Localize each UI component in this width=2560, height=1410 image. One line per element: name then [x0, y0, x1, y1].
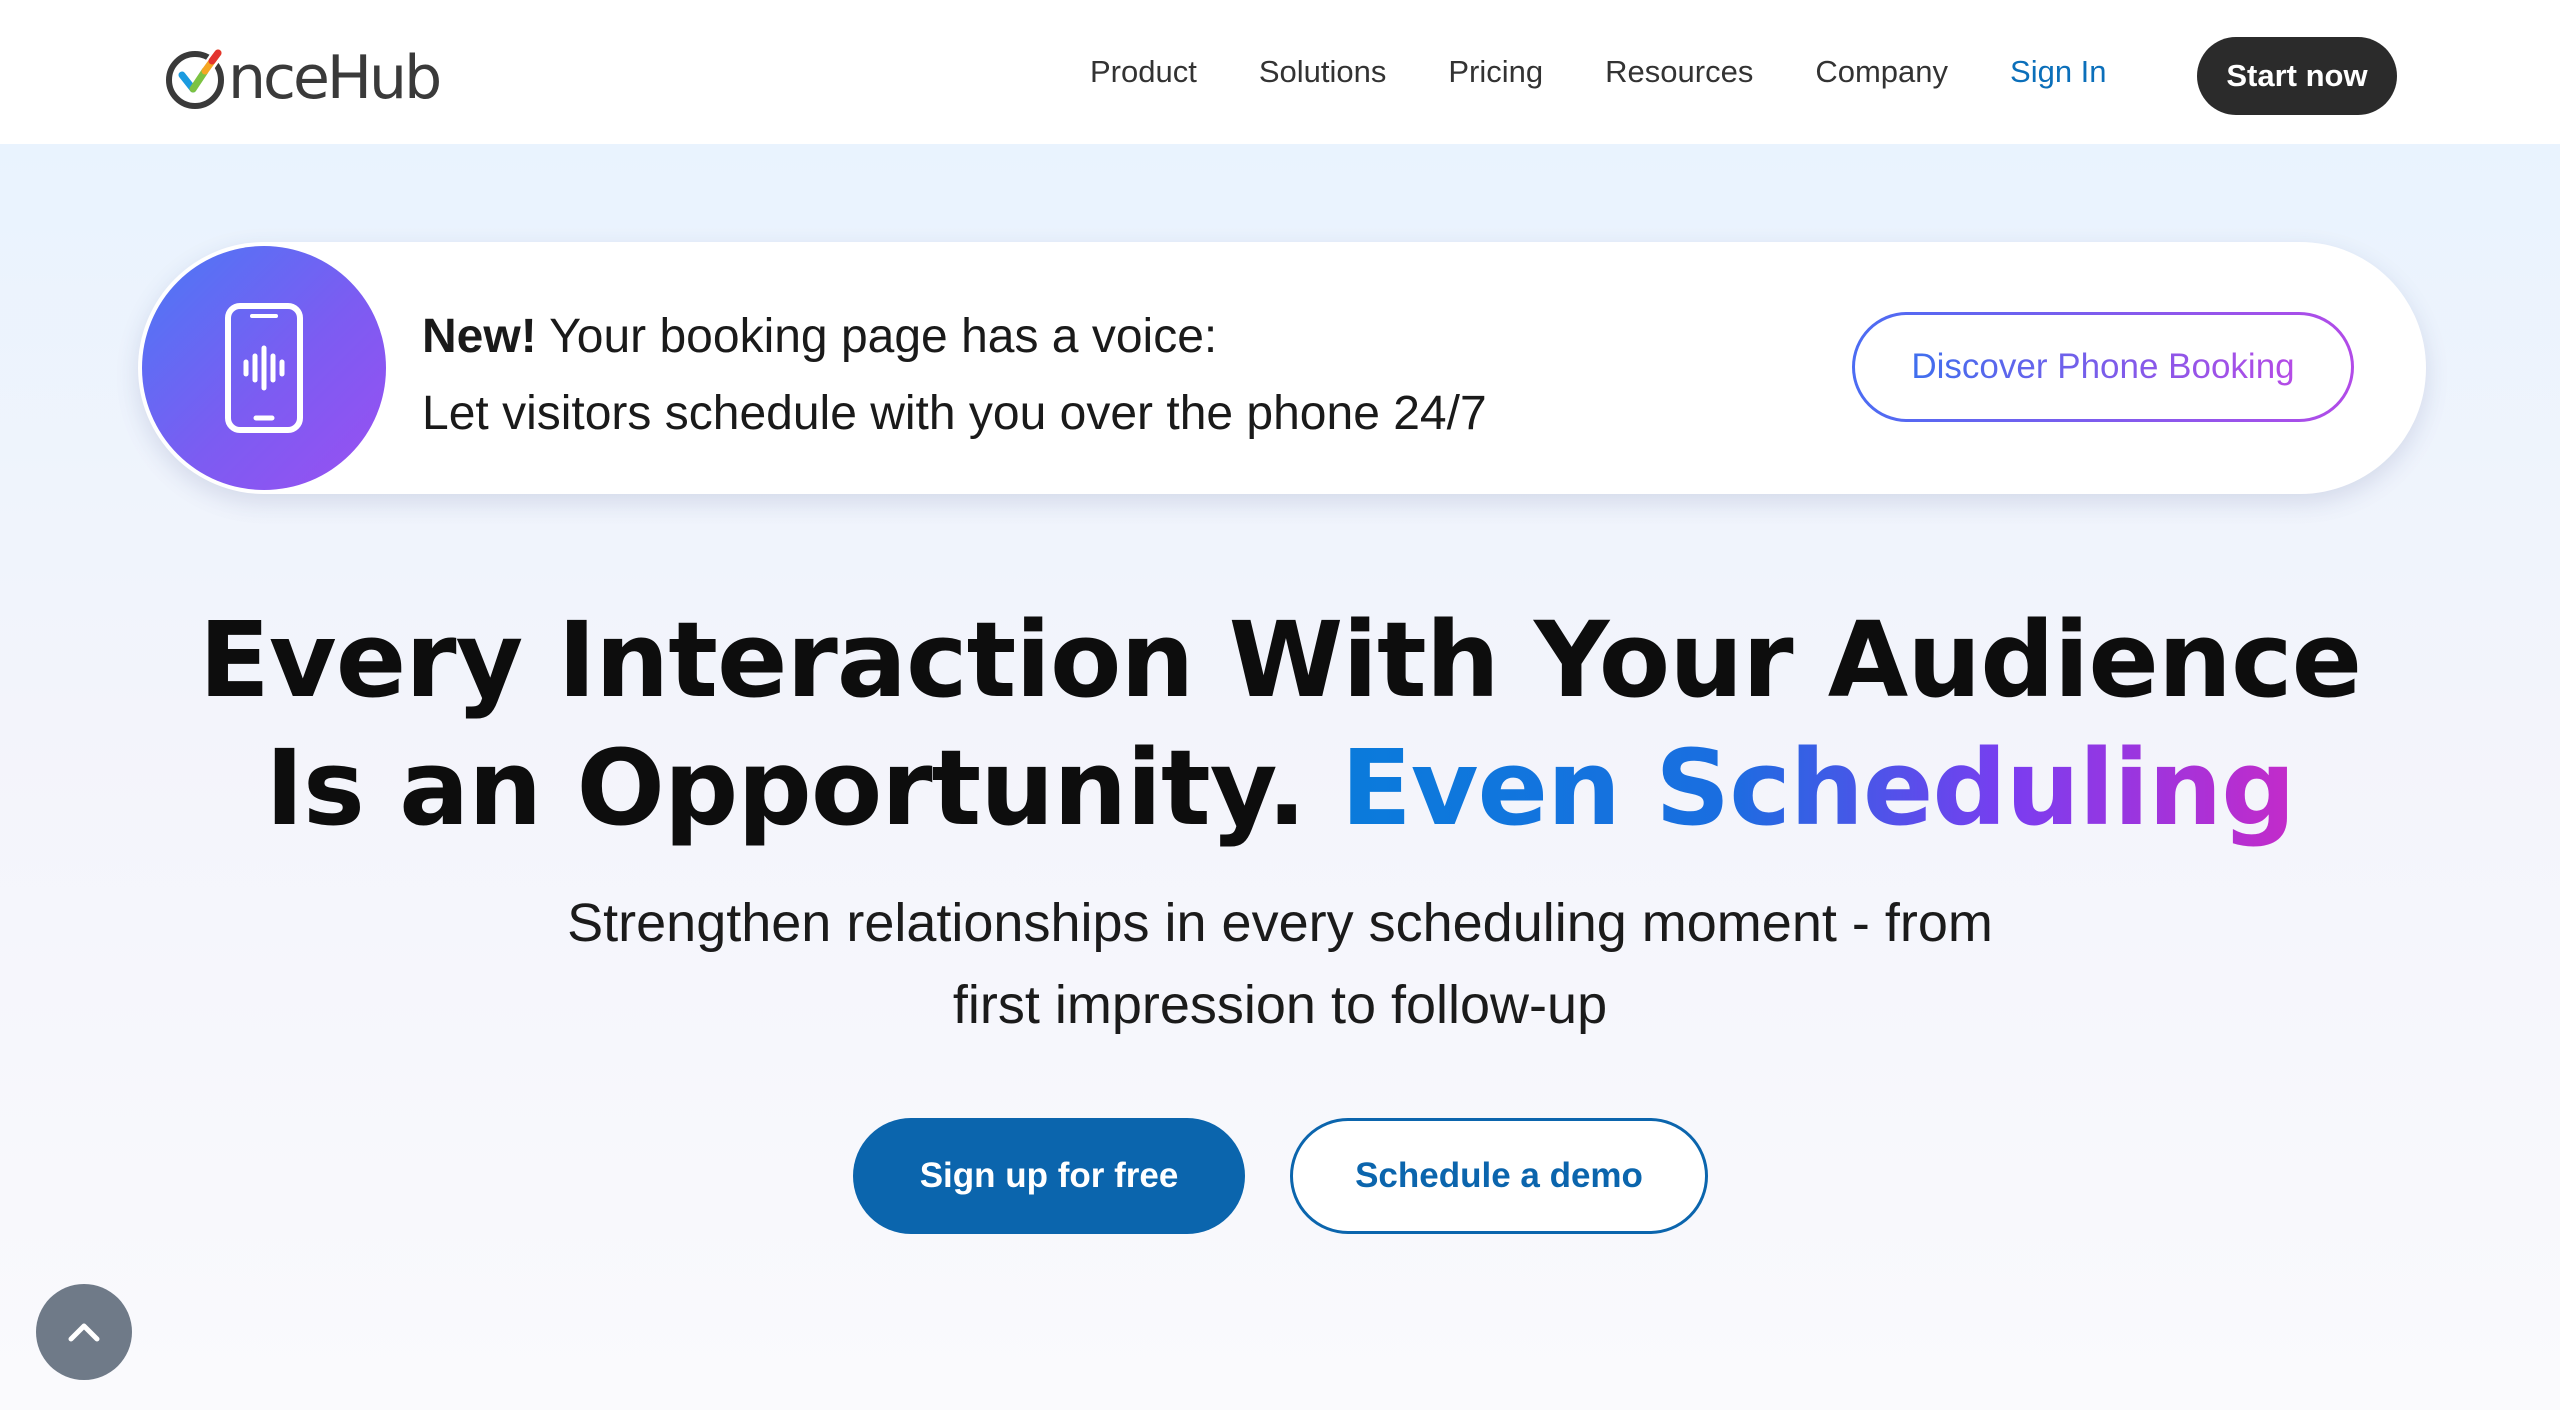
nav-solutions[interactable]: Solutions — [1259, 54, 1387, 90]
subhead-line-1: Strengthen relationships in every schedu… — [567, 893, 1993, 953]
sign-up-button[interactable]: Sign up for free — [853, 1118, 1245, 1234]
hero-subheading: Strengthen relationships in every schedu… — [0, 882, 2560, 1046]
new-label: New! — [422, 310, 537, 363]
nav-pricing[interactable]: Pricing — [1448, 54, 1543, 90]
headline-highlight: Even Scheduling — [1340, 727, 2296, 849]
page: nceHub Product Solutions Pricing Resourc… — [0, 0, 2560, 1410]
site-header: nceHub Product Solutions Pricing Resourc… — [0, 0, 2560, 144]
phone-booking-banner: New! Your booking page has a voice: Let … — [138, 242, 2426, 494]
headline-line-1: Every Interaction With Your Audience — [198, 599, 2362, 721]
headline-plain: Is an Opportunity. — [265, 727, 1306, 849]
subhead-line-2: first impression to follow-up — [952, 975, 1608, 1035]
banner-text: New! Your booking page has a voice: Let … — [422, 298, 1487, 452]
oncehub-logo[interactable]: nceHub — [162, 40, 442, 116]
sign-in-link[interactable]: Sign In — [2010, 54, 2107, 90]
chevron-up-icon — [68, 1323, 100, 1342]
nav-company[interactable]: Company — [1815, 54, 1948, 90]
discover-button-inner: Discover Phone Booking — [1855, 315, 2351, 419]
banner-line-2: Let visitors schedule with you over the … — [422, 387, 1487, 440]
banner-line-1-text: Your booking page has a voice: — [549, 310, 1218, 363]
hero-section: New! Your booking page has a voice: Let … — [0, 144, 2560, 1410]
headline-line-2: Is an Opportunity. Even Scheduling — [0, 724, 2560, 852]
start-now-button[interactable]: Start now — [2197, 37, 2397, 115]
nav-resources[interactable]: Resources — [1605, 54, 1753, 90]
hero-headline: Every Interaction With Your Audience Is … — [0, 596, 2560, 852]
phone-voice-icon — [142, 246, 386, 490]
oncehub-logo-icon — [166, 47, 224, 109]
discover-phone-booking-button[interactable]: Discover Phone Booking — [1852, 312, 2354, 422]
nav-product[interactable]: Product — [1090, 54, 1197, 90]
banner-line-1: New! Your booking page has a voice: — [422, 298, 1487, 375]
schedule-demo-button[interactable]: Schedule a demo — [1290, 1118, 1708, 1234]
discover-button-label: Discover Phone Booking — [1911, 347, 2295, 386]
main-nav: Product Solutions Pricing Resources Comp… — [1090, 0, 2165, 144]
logo-text: nceHub — [228, 43, 442, 113]
scroll-to-top-button[interactable] — [36, 1284, 132, 1380]
